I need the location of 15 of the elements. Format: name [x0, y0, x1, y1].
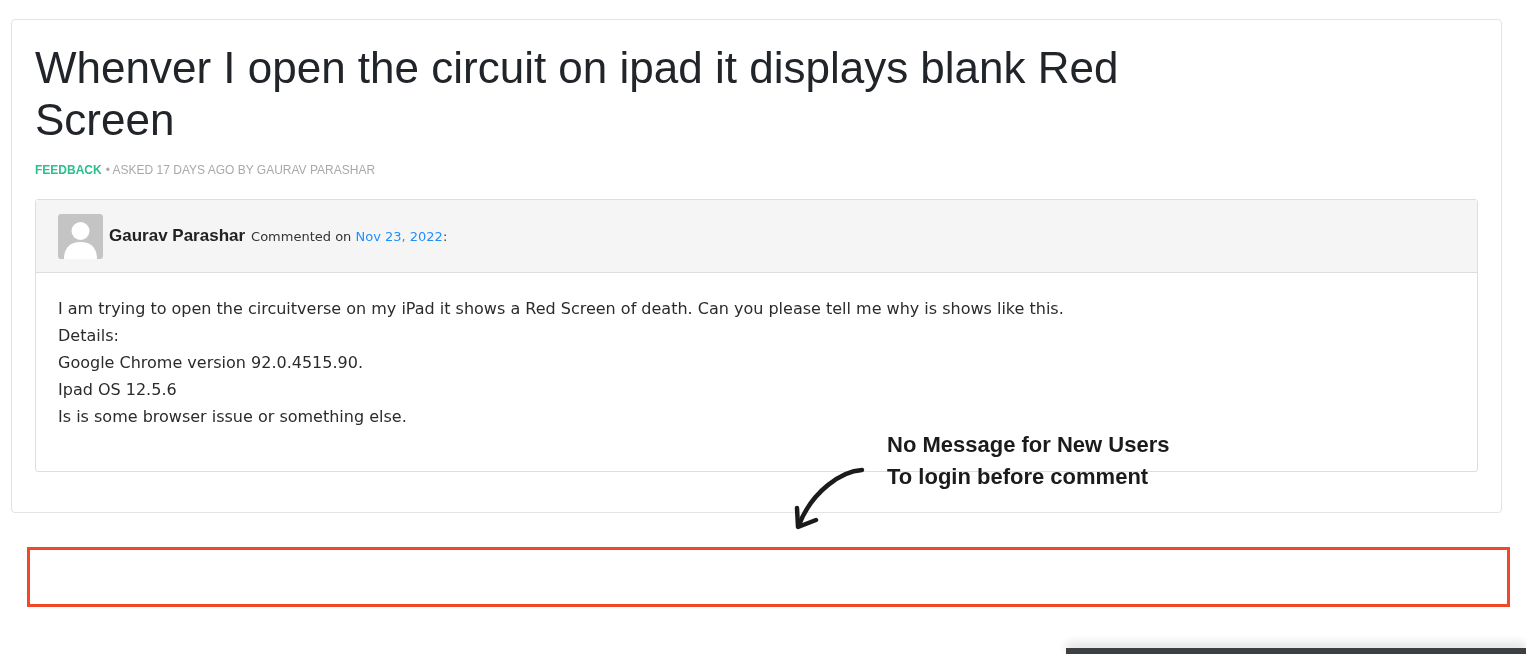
- author-name: Gaurav Parashar: [109, 226, 246, 246]
- curved-arrow: [794, 467, 865, 530]
- comment-text: Google Chrome version 92.0.4515.90.: [58, 352, 364, 374]
- comment-text: Details:: [58, 325, 120, 347]
- annotation-text: No Message for New Users: [887, 431, 1170, 459]
- user-silhouette-icon: [58, 213, 103, 259]
- comment-text: Is is some browser issue or something else.: [58, 406, 408, 428]
- category-link[interactable]: FEEDBACK: [35, 162, 102, 178]
- comment-meta: Commented on Nov 23, 2022:: [251, 228, 448, 244]
- date-link[interactable]: Nov 23, 2022: [355, 228, 443, 244]
- question-title: Whenver I open the circuit on ipad it displays blank Red Screen: [35, 42, 1120, 146]
- comment-text: I am trying to open the circuitverse on my iPad it shows a Red Screen of death. Can you please tell me why is shows like this.: [58, 298, 1065, 320]
- annotation-text: To login before comment: [887, 463, 1150, 491]
- comment-text: Ipad OS 12.5.6: [58, 379, 178, 401]
- question-meta: • ASKED 17 DAYS AGO BY GAURAV PARASHAR: [105, 162, 376, 178]
